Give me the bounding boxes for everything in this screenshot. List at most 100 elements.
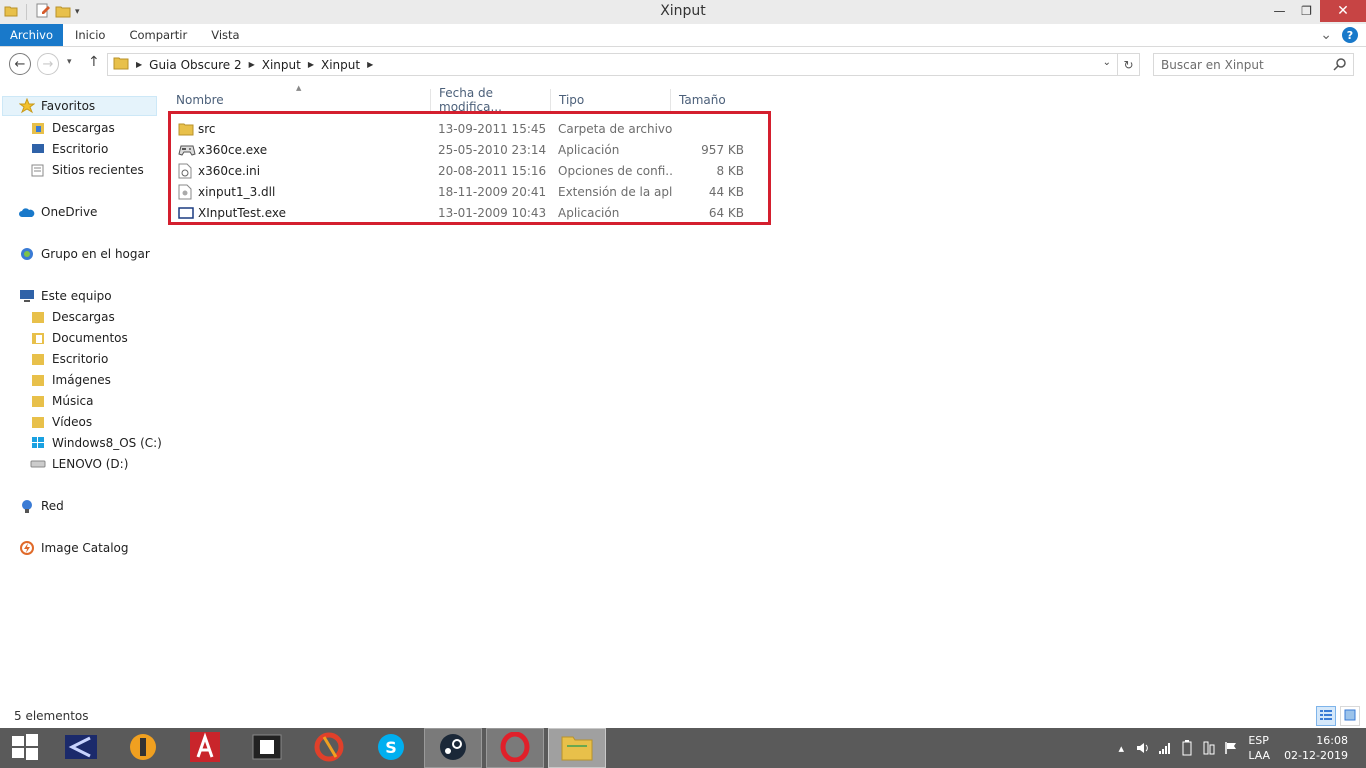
search-box[interactable]: Buscar en Xinput: [1153, 53, 1354, 76]
network-signal-icon[interactable]: [1154, 741, 1176, 755]
column-nombre[interactable]: Nombre ▲: [168, 84, 431, 111]
close-button[interactable]: ✕: [1320, 0, 1366, 22]
ribbon-tabs: Archivo Inicio Compartir Vista ⌄ ?: [0, 24, 1366, 47]
nav-drive-d[interactable]: LENOVO (D:): [30, 454, 128, 474]
taskbar-file-explorer[interactable]: [548, 728, 606, 768]
windows-drive-icon: [30, 435, 46, 451]
help-icon[interactable]: ?: [1342, 27, 1358, 43]
folder-icon: [4, 4, 18, 21]
tab-compartir[interactable]: Compartir: [117, 24, 199, 46]
arrow-right-icon: →: [42, 56, 54, 72]
clock-time: 16:08: [1316, 734, 1348, 747]
nav-sitios-recientes[interactable]: Sitios recientes: [30, 160, 144, 180]
window-controls: — ❐ ✕: [1266, 0, 1366, 22]
refresh-button[interactable]: ↻: [1117, 54, 1139, 75]
address-row: ← → ▾ ↑ ▶ Guia Obscure 2 ▶ Xinput ▶ Xinp…: [0, 47, 1366, 83]
taskbar-app-8[interactable]: [486, 728, 544, 768]
taskbar-app-2[interactable]: [114, 728, 172, 768]
chevron-right-icon[interactable]: ▶: [367, 60, 373, 69]
network-icon: [19, 498, 35, 514]
language-code: ESP: [1248, 734, 1269, 747]
up-button[interactable]: ↑: [88, 54, 100, 70]
nav-pc-musica[interactable]: Música: [30, 391, 94, 411]
nav-label: Grupo en el hogar: [41, 247, 150, 261]
maximize-button[interactable]: ❐: [1293, 0, 1320, 22]
column-tamano[interactable]: Tamaño: [671, 89, 751, 111]
expand-ribbon-icon[interactable]: ⌄: [1320, 27, 1332, 43]
address-dropdown[interactable]: ⌄: [1103, 57, 1111, 68]
annotation-highlight-box: [168, 111, 771, 225]
nav-label: Vídeos: [52, 415, 93, 429]
item-count: 5 elementos: [14, 709, 89, 723]
refresh-icon: ↻: [1123, 57, 1134, 72]
column-label: Fecha de modifica...: [439, 86, 502, 114]
clock[interactable]: 16:08 02-12-2019: [1284, 733, 1348, 763]
tab-vista[interactable]: Vista: [199, 24, 251, 46]
column-fecha[interactable]: Fecha de modifica...: [431, 86, 551, 114]
show-hidden-icons-icon[interactable]: ▴: [1110, 742, 1132, 755]
recent-locations-dropdown[interactable]: ▾: [67, 57, 72, 67]
nav-label: Descargas: [52, 310, 115, 324]
nav-image-catalog[interactable]: Image Catalog: [19, 538, 128, 558]
forward-button[interactable]: →: [37, 53, 59, 75]
nav-label: Escritorio: [52, 142, 109, 156]
view-switcher: [1316, 706, 1360, 726]
arrow-up-icon: ↑: [88, 54, 100, 70]
start-button[interactable]: [0, 728, 50, 768]
column-label: Tamaño: [679, 93, 726, 107]
desktop-folder-icon: [30, 351, 46, 367]
nav-favoritos[interactable]: Favoritos: [2, 96, 157, 116]
breadcrumb-item[interactable]: Guia Obscure 2: [149, 58, 241, 72]
breadcrumb-item[interactable]: Xinput: [321, 58, 360, 72]
taskbar-app-4[interactable]: [238, 728, 296, 768]
customize-toolbar-icon[interactable]: ▾: [75, 7, 80, 17]
breadcrumb-item[interactable]: Xinput: [262, 58, 301, 72]
device-icon[interactable]: [1198, 741, 1220, 755]
chevron-right-icon[interactable]: ▶: [249, 60, 255, 69]
nav-descargas[interactable]: Descargas: [30, 118, 115, 138]
new-folder-icon[interactable]: [55, 3, 71, 22]
nav-drive-c[interactable]: Windows8_OS (C:): [30, 433, 162, 453]
taskbar-app-1[interactable]: [52, 728, 110, 768]
windows-logo-icon: [12, 733, 38, 763]
large-icons-view-icon: [1344, 709, 1356, 724]
fruity-loops-icon: [128, 732, 158, 765]
nav-pc-documentos[interactable]: Documentos: [30, 328, 128, 348]
back-button[interactable]: ←: [9, 53, 31, 75]
nav-label: Descargas: [52, 121, 115, 135]
nav-pc-descargas[interactable]: Descargas: [30, 307, 115, 327]
details-view-button[interactable]: [1316, 706, 1336, 726]
input-language[interactable]: ESP LAA: [1248, 733, 1270, 763]
column-label: Nombre: [176, 93, 224, 107]
nav-pc-imagenes[interactable]: Imágenes: [30, 370, 111, 390]
battery-icon[interactable]: [1176, 740, 1198, 756]
nav-este-equipo[interactable]: Este equipo: [19, 286, 112, 306]
skype-icon: S: [376, 732, 406, 765]
volume-icon[interactable]: [1132, 741, 1154, 755]
nav-label: Escritorio: [52, 352, 109, 366]
search-icon[interactable]: [1333, 57, 1347, 74]
properties-icon[interactable]: [35, 3, 51, 22]
chevron-right-icon[interactable]: ▶: [308, 60, 314, 69]
nav-pc-escritorio[interactable]: Escritorio: [30, 349, 108, 369]
nav-red[interactable]: Red: [19, 496, 64, 516]
tab-archivo[interactable]: Archivo: [0, 24, 63, 46]
nav-pc-videos[interactable]: Vídeos: [30, 412, 92, 432]
opera-icon: [500, 731, 530, 765]
address-bar[interactable]: ▶ Guia Obscure 2 ▶ Xinput ▶ Xinput ▶ ⌄ ↻: [107, 53, 1140, 76]
tab-inicio[interactable]: Inicio: [63, 24, 117, 46]
column-tipo[interactable]: Tipo: [551, 89, 671, 111]
taskbar-app-3[interactable]: [176, 728, 234, 768]
action-center-flag-icon[interactable]: [1220, 741, 1242, 755]
minimize-button[interactable]: —: [1266, 0, 1293, 22]
nav-escritorio[interactable]: Escritorio: [30, 139, 108, 159]
taskbar-app-6[interactable]: S: [362, 728, 420, 768]
nav-label: OneDrive: [41, 205, 98, 219]
system-tray: ▴ ESP LAA 16:08 02-12-2019: [1110, 728, 1366, 768]
details-view-icon: [1320, 709, 1332, 724]
taskbar-app-5[interactable]: [300, 728, 358, 768]
taskbar-app-7[interactable]: [424, 728, 482, 768]
nav-onedrive[interactable]: OneDrive: [19, 202, 97, 222]
large-icons-view-button[interactable]: [1340, 706, 1360, 726]
nav-grupo-hogar[interactable]: Grupo en el hogar: [19, 244, 150, 264]
